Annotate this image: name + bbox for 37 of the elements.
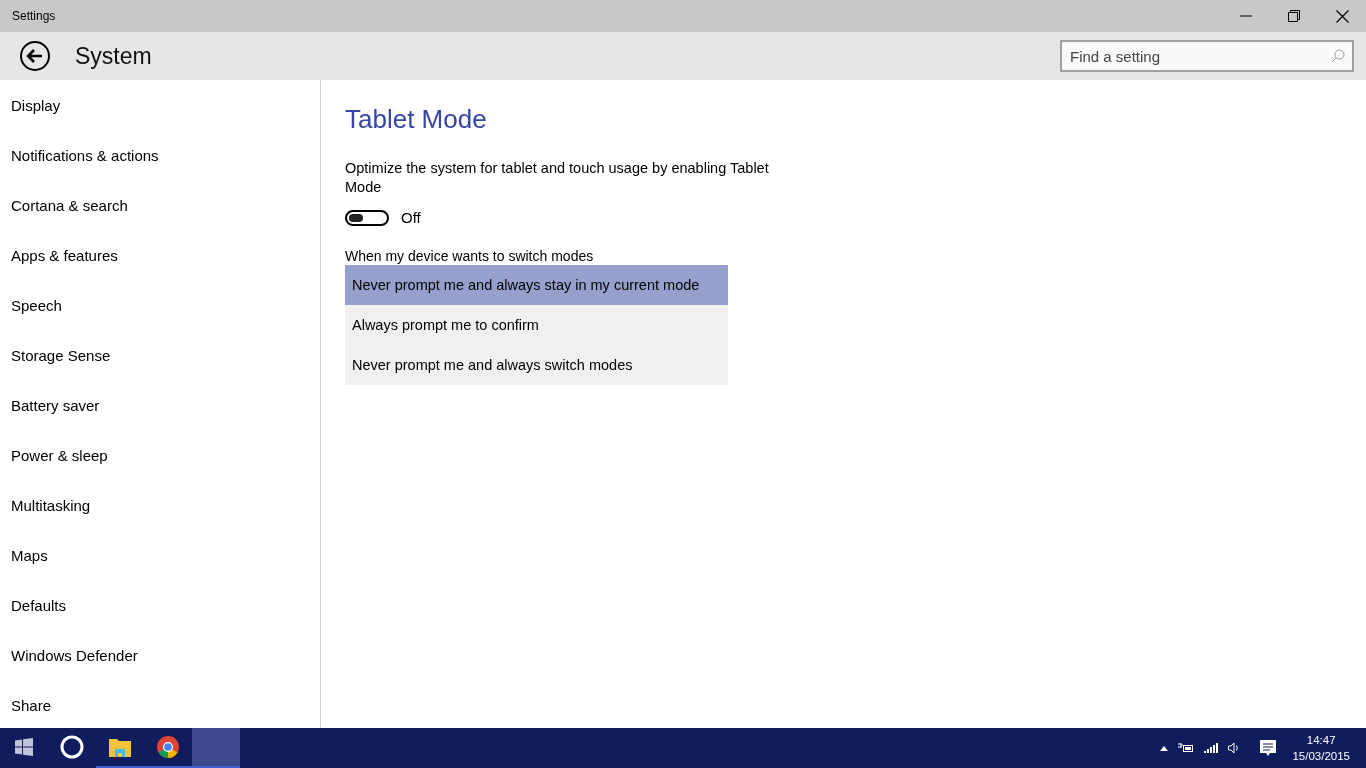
battery-icon[interactable]: [1178, 743, 1195, 753]
search-field[interactable]: Find a setting: [1060, 40, 1354, 72]
section-title: Tablet Mode: [345, 104, 488, 135]
clock[interactable]: 14:47 15/03/2015: [1292, 732, 1350, 764]
window-title: Settings: [12, 9, 56, 23]
folder-icon: [109, 737, 131, 757]
sidebar-item[interactable]: Defaults: [0, 580, 320, 630]
sidebar-item[interactable]: Share: [0, 680, 320, 728]
minimize-icon: [1240, 15, 1252, 17]
restore-icon: [1288, 10, 1300, 22]
search-icon: [1331, 49, 1345, 63]
sidebar-item[interactable]: Notifications & actions: [0, 130, 320, 180]
sidebar-item[interactable]: Multitasking: [0, 480, 320, 530]
sidebar-item[interactable]: Speech: [0, 280, 320, 330]
toggle-switch[interactable]: [345, 209, 389, 226]
caret-up-icon[interactable]: [1160, 745, 1169, 751]
sidebar-item[interactable]: Cortana & search: [0, 180, 320, 230]
windows-logo-icon: [15, 738, 33, 756]
sidebar-item[interactable]: Apps & features: [0, 230, 320, 280]
toggle-label: Off: [401, 209, 421, 226]
sidebar-item[interactable]: Power & sleep: [0, 430, 320, 480]
speaker-icon[interactable]: [1228, 742, 1241, 754]
circle-icon: [60, 735, 84, 759]
description-text: Optimize the system for tablet and touch usage by enabling Tablet Mode: [345, 159, 770, 197]
page-title: System: [75, 42, 153, 70]
browser-icon: [157, 736, 179, 758]
sidebar-item[interactable]: Windows Defender: [0, 630, 320, 680]
list-option[interactable]: Never prompt me and always stay in my current mode: [345, 265, 728, 305]
sidebar-item[interactable]: Storage Sense: [0, 330, 320, 380]
signal-icon[interactable]: [1204, 743, 1219, 753]
close-icon: [1335, 9, 1349, 23]
back-button[interactable]: [19, 40, 51, 72]
message-icon[interactable]: [1260, 739, 1277, 757]
sidebar-item[interactable]: Battery saver: [0, 380, 320, 430]
list-label: When my device wants to switch modes: [345, 248, 595, 264]
sidebar-item[interactable]: Maps: [0, 530, 320, 580]
sidebar-item[interactable]: Display: [0, 80, 320, 130]
